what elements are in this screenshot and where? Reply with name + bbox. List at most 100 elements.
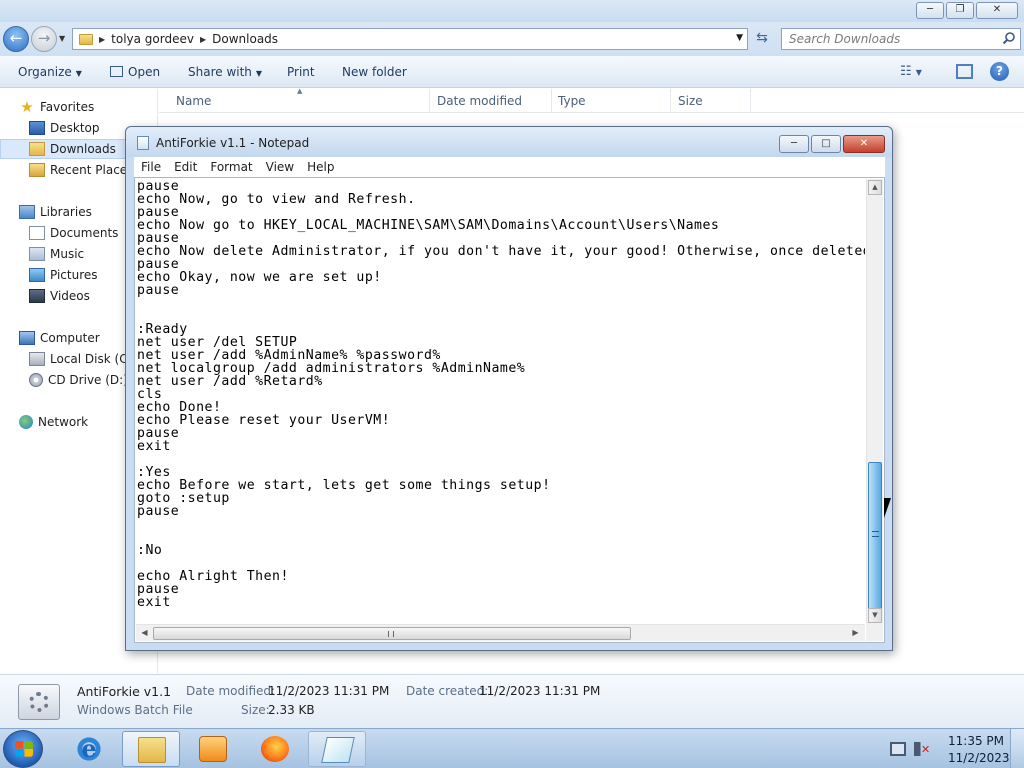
details-date-created-label: Date created:: [406, 684, 489, 698]
menu-file[interactable]: File: [141, 160, 161, 174]
taskbar-internet-explorer[interactable]: e: [60, 731, 118, 767]
search-icon[interactable]: [1002, 31, 1016, 45]
column-divider[interactable]: [551, 89, 552, 113]
help-icon[interactable]: ?: [990, 62, 1009, 81]
nav-computer-label: Computer: [40, 331, 100, 345]
music-icon: [29, 247, 45, 261]
clock-time[interactable]: 11:35 PM: [948, 734, 1004, 748]
notepad-close-button[interactable]: ✕: [843, 135, 885, 153]
show-desktop-button[interactable]: [1010, 729, 1024, 768]
clock-date[interactable]: 11/2/2023: [948, 751, 1010, 765]
notepad-minimize-button[interactable]: ─: [779, 135, 809, 153]
organize-button[interactable]: Organize ▼: [18, 65, 82, 79]
details-pane: AntiForkie v1.1 Windows Batch File Date …: [0, 674, 1024, 728]
documents-icon: [29, 226, 45, 240]
system-tray: ✕ 11:35 PM 11/2/2023: [884, 729, 1024, 768]
horizontal-scroll-thumb[interactable]: [153, 627, 631, 640]
recent-pages-dropdown[interactable]: ▼: [59, 34, 65, 43]
share-with-button[interactable]: Share with ▼: [188, 65, 262, 79]
column-header-date-modified[interactable]: Date modified: [437, 94, 522, 108]
column-divider[interactable]: [670, 89, 671, 113]
taskbar-windows-explorer[interactable]: [122, 731, 180, 767]
gear-icon: [29, 692, 49, 712]
details-file-type: Windows Batch File: [77, 703, 193, 717]
vertical-scroll-thumb[interactable]: [868, 462, 882, 610]
print-button[interactable]: Print: [287, 65, 315, 79]
column-header-name[interactable]: Name: [176, 94, 211, 108]
column-header-type[interactable]: Type: [558, 94, 586, 108]
horizontal-scrollbar[interactable]: ◀ ▶: [136, 624, 865, 641]
mouse-cursor-icon: [884, 498, 898, 518]
volume-muted-icon[interactable]: ✕: [914, 742, 930, 756]
details-size: 2.33 KB: [268, 703, 315, 717]
code-line: exit: [137, 439, 171, 454]
menu-help[interactable]: Help: [307, 160, 334, 174]
downloads-folder-icon: [29, 142, 45, 156]
scroll-right-arrow-icon[interactable]: ▶: [848, 626, 863, 640]
explorer-restore-button[interactable]: ❐: [946, 2, 974, 19]
firefox-icon: [261, 736, 289, 762]
address-bar[interactable]: ▶ tolya gordeev ▶ Downloads ▼: [72, 28, 748, 50]
notepad-title: AntiForkie v1.1 - Notepad: [156, 136, 310, 150]
forward-button[interactable]: →: [31, 26, 57, 52]
notepad-text-area[interactable]: pause echo Now, go to view and Refresh. pa…: [134, 177, 885, 643]
network-icon: [19, 415, 33, 429]
search-input[interactable]: Search Downloads: [781, 28, 1021, 50]
breadcrumb-user[interactable]: tolya gordeev: [111, 32, 194, 46]
taskbar-notepad[interactable]: [308, 731, 366, 767]
details-date-modified-label: Date modified:: [186, 684, 276, 698]
change-view-icon[interactable]: ☷ ▼: [900, 64, 922, 79]
back-button[interactable]: ←: [3, 26, 29, 52]
explorer-close-button[interactable]: ✕: [976, 2, 1018, 19]
editor-content[interactable]: pause echo Now, go to view and Refresh. pa…: [137, 180, 865, 624]
folder-icon: [79, 33, 93, 45]
notepad-titlebar[interactable]: AntiForkie v1.1 - Notepad ─ □ ✕: [126, 127, 892, 157]
batch-file-icon: [18, 684, 60, 720]
nav-documents-label: Documents: [50, 226, 119, 240]
sort-ascending-icon: ▲: [297, 87, 303, 95]
taskbar-firefox[interactable]: [246, 731, 304, 767]
breadcrumb-chevron-icon[interactable]: ▶: [99, 35, 105, 44]
column-header-size[interactable]: Size: [678, 94, 703, 108]
taskbar: e ✕ 11:35 PM 11/2/2023: [0, 728, 1024, 768]
start-button[interactable]: [3, 730, 43, 768]
scroll-up-arrow-icon[interactable]: ▲: [868, 180, 882, 195]
notepad-app-icon[interactable]: [137, 136, 149, 150]
code-line: echo Before we start, lets get some thin…: [137, 478, 551, 493]
breadcrumb-downloads[interactable]: Downloads: [212, 32, 278, 46]
explorer-titlebar[interactable]: ─ ❐ ✕: [0, 0, 1024, 22]
menu-view[interactable]: View: [266, 160, 294, 174]
open-button[interactable]: Open: [110, 65, 160, 79]
breadcrumb-chevron-icon[interactable]: ▶: [200, 35, 206, 44]
code-line: echo Alright Then!: [137, 569, 289, 584]
desktop-icon: [29, 121, 45, 135]
refresh-button[interactable]: ⇆: [752, 30, 772, 48]
preview-pane-icon[interactable]: [956, 64, 973, 79]
new-folder-button[interactable]: New folder: [342, 65, 407, 79]
network-status-icon[interactable]: [890, 742, 906, 756]
vertical-scrollbar[interactable]: ▲ ▼: [866, 179, 883, 625]
menu-edit[interactable]: Edit: [174, 160, 197, 174]
code-line: goto :setup: [137, 491, 230, 506]
code-line: :No: [137, 543, 163, 558]
notepad-maximize-button[interactable]: □: [811, 135, 841, 153]
organize-label: Organize: [18, 65, 72, 79]
internet-explorer-icon: e: [75, 736, 103, 762]
taskbar-media-player[interactable]: [184, 731, 242, 767]
nav-pictures-label: Pictures: [50, 268, 98, 282]
column-divider[interactable]: [429, 89, 430, 113]
nav-favorites[interactable]: ★ Favorites: [0, 97, 158, 117]
address-dropdown-icon[interactable]: ▼: [736, 33, 743, 43]
size-grip[interactable]: [866, 624, 883, 641]
column-divider[interactable]: [750, 89, 751, 113]
code-line: pause: [137, 582, 180, 597]
scroll-left-arrow-icon[interactable]: ◀: [137, 626, 152, 640]
pictures-icon: [29, 268, 45, 282]
menu-format[interactable]: Format: [210, 160, 252, 174]
grip-icon: [872, 531, 879, 537]
explorer-minimize-button[interactable]: ─: [916, 2, 944, 19]
code-line: pause: [137, 283, 180, 298]
scroll-down-arrow-icon[interactable]: ▼: [868, 608, 882, 623]
